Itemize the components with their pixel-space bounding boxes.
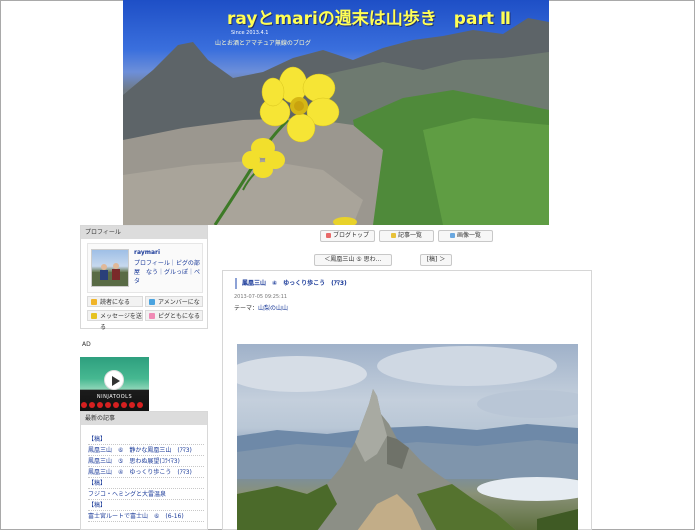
counter-dot (97, 402, 103, 408)
image-list-button[interactable]: 画像一覧 (438, 230, 493, 242)
profile-card: raymari プロフィール｜ピグの部屋 なう｜グルっぽ｜ペタ (87, 243, 203, 293)
reader-button-label: 読者になる (100, 299, 131, 306)
pig-icon (149, 313, 155, 319)
profile-box: プロフィール raymari プロフィール｜ピグの部屋 なう｜グルっぽ｜ペタ 読… (80, 225, 208, 331)
theme-label: テーマ： (234, 305, 259, 312)
counter-dot (89, 402, 95, 408)
prev-entry-button[interactable]: ＜鳳凰三山 ⑤ 思わ… (314, 254, 392, 266)
article-title[interactable]: 鳳凰三山 ④ ゆっくり歩こう (ｱﾏ3) (235, 278, 581, 289)
counter-dot (121, 402, 127, 408)
recent-entry[interactable]: 鳳凰三山 ⑤ 思わぬ展望(ｺﾗｲﾏ3) (88, 456, 204, 467)
counter-dot (81, 402, 87, 408)
ninjatools-counter (81, 402, 143, 408)
recent-entry[interactable]: 【稿】 (88, 434, 204, 445)
blog-since-date: Since 2013.4.1 (231, 30, 269, 36)
recent-entry[interactable]: フジコ・ヘミングと大雷温泉 (88, 489, 204, 500)
blog-subtitle: 山とお酒とアマチュア無線のブログ (215, 40, 311, 47)
pig-friend-button[interactable]: ピグともになる (145, 310, 203, 321)
article-date: 2013-07-05 09:25:11 (234, 294, 288, 300)
counter-dot (137, 402, 143, 408)
blog-title[interactable]: rayとmariの週末は山歩き part Ⅱ (227, 4, 511, 29)
blog-top-label: ブログトップ (332, 232, 369, 239)
profile-links[interactable]: プロフィール｜ピグの部屋 なう｜グルっぽ｜ペタ (134, 259, 202, 286)
theme-link[interactable]: 山梨の山山 (258, 305, 288, 312)
article: 鳳凰三山 ④ ゆっくり歩こう (ｱﾏ3) 2013-07-05 09:25:11… (222, 270, 592, 530)
pig-friend-button-label: ピグともになる (158, 313, 201, 320)
reader-icon (91, 299, 97, 305)
play-icon[interactable] (104, 370, 124, 390)
ninjatools-banner[interactable]: NINJATOOLS (80, 357, 149, 411)
image-list-label: 画像一覧 (456, 232, 481, 239)
profile-avatar[interactable] (91, 249, 129, 287)
article-theme: テーマ：山梨の山山 (234, 303, 288, 312)
prev-entry-label: ＜鳳凰三山 ⑤ 思わ… (324, 256, 382, 263)
entry-list-button[interactable]: 記事一覧 (379, 230, 434, 242)
recent-entry[interactable]: 富士宮ルートで富士山 ⑥ (6-16) (88, 511, 204, 522)
recent-entry[interactable]: 鳳凰三山 ④ ゆっくり歩こう (ｱﾏ3) (88, 467, 204, 478)
amember-icon (149, 299, 155, 305)
recent-entries-header: 最新の記事 (81, 412, 207, 425)
message-button-label: メッセージを送る (100, 313, 142, 331)
avatar-photo-icon (92, 263, 128, 286)
article-photo[interactable] (237, 344, 578, 530)
recent-entry[interactable]: 【稿】 (88, 500, 204, 511)
mountain-peak-photo (237, 346, 578, 530)
reader-button[interactable]: 読者になる (87, 296, 143, 307)
next-entry-button[interactable]: [稿] ＞ (420, 254, 452, 266)
ninjatools-text: NINJATOOLS (96, 394, 133, 400)
counter-dot (129, 402, 135, 408)
message-icon (91, 313, 97, 319)
entry-list-label: 記事一覧 (397, 232, 422, 239)
home-icon (325, 233, 331, 238)
list-icon (390, 233, 396, 238)
message-button[interactable]: メッセージを送る (87, 310, 143, 331)
counter-dot (105, 402, 111, 408)
counter-dot (113, 402, 119, 408)
recent-entries-list: 【稿】 鳳凰三山 ⑥ 静かな鳳凰三山 (ｱﾏ3) 鳳凰三山 ⑤ 思わぬ展望(ｺﾗ… (88, 434, 204, 522)
recent-entries-box: 最新の記事 【稿】 鳳凰三山 ⑥ 静かな鳳凰三山 (ｱﾏ3) 鳳凰三山 ⑤ 思わ… (80, 411, 208, 530)
amember-button[interactable]: アメンバーになる (145, 296, 203, 317)
banner-mountain-photo (123, 18, 549, 225)
recent-entry[interactable]: 【稿】 (88, 478, 204, 489)
image-icon (449, 233, 455, 238)
recent-entry[interactable]: 鳳凰三山 ⑥ 静かな鳳凰三山 (ｱﾏ3) (88, 445, 204, 456)
next-entry-label: [稿] ＞ (426, 256, 446, 263)
profile-header: プロフィール (81, 226, 207, 239)
header-banner[interactable]: rayとmariの週末は山歩き part Ⅱ Since 2013.4.1 山と… (123, 0, 549, 225)
profile-name[interactable]: raymari (134, 249, 160, 256)
ad-label: AD (82, 341, 91, 348)
blog-top-button[interactable]: ブログトップ (320, 230, 375, 242)
